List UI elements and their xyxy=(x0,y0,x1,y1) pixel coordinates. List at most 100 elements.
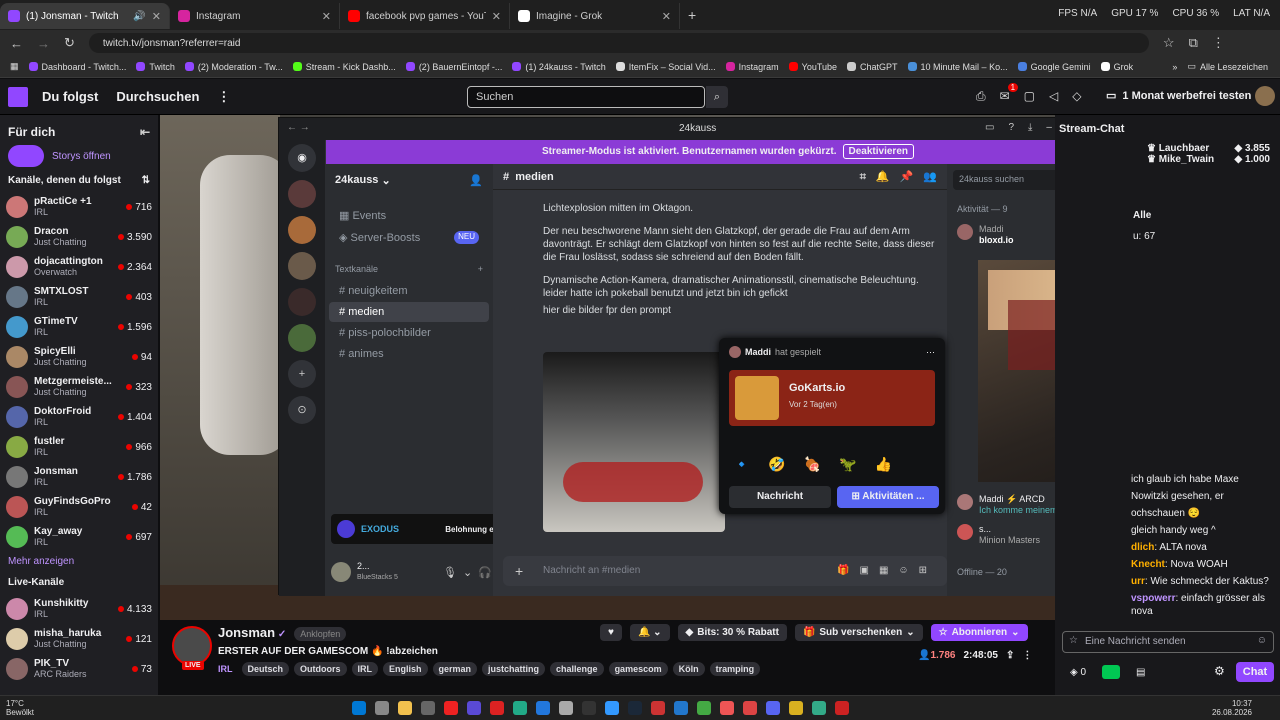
sidebar-channel[interactable]: dojacattington Overwatch 2.364 xyxy=(0,252,158,282)
url-field[interactable]: twitch.tv/jonsman?referrer=raid xyxy=(88,33,1149,53)
stream-tag[interactable]: justchatting xyxy=(482,662,546,676)
sidebar-channel[interactable]: fustler IRL 966 xyxy=(0,432,158,462)
sidebar-channel[interactable]: GTimeTV IRL 1.596 xyxy=(0,312,158,342)
prediction-icon[interactable] xyxy=(1102,665,1121,679)
new-tab-button[interactable]: + xyxy=(688,7,696,23)
menu-icon[interactable]: ⋮ xyxy=(1212,35,1225,51)
collapse-sidebar-icon[interactable]: ⇤ xyxy=(140,125,150,139)
gift-sub-button[interactable]: 🎁 Sub verschenken ⌄ xyxy=(794,624,923,641)
app-icon[interactable] xyxy=(743,701,757,715)
channel-points[interactable]: ◈ 0 xyxy=(1070,667,1086,678)
tab-instagram[interactable]: Instagram ✕ xyxy=(170,3,340,29)
tab-youtube[interactable]: facebook pvp games - YouTube ✕ xyxy=(340,3,510,29)
sidebar-channel[interactable]: Jonsman IRL 1.786 xyxy=(0,462,158,492)
game-card[interactable]: GoKarts.io Vor 2 Tag(en) xyxy=(729,370,935,426)
chat-settings-icon[interactable]: ☆ xyxy=(1069,635,1078,646)
sidebar-channel[interactable]: Kay_away IRL 697 xyxy=(0,522,158,552)
disable-streamer-mode-button[interactable]: Deaktivieren xyxy=(842,144,914,159)
invite-icon[interactable]: 👤 xyxy=(469,174,483,187)
sidebar-channel[interactable]: Kunshikitty IRL 4.133 xyxy=(0,594,158,624)
speaker-icon[interactable]: 🔊 xyxy=(133,11,145,22)
channel-piss-polochbilder[interactable]: # piss-polochbilder xyxy=(329,323,489,343)
discord-icon[interactable] xyxy=(766,701,780,715)
chat-send-button[interactable]: Chat xyxy=(1236,662,1274,682)
events-item[interactable]: ▦ Events xyxy=(329,205,489,226)
channel-medien[interactable]: # medien xyxy=(329,302,489,322)
add-attachment-icon[interactable]: + xyxy=(515,556,523,586)
bookmark-item[interactable]: Twitch xyxy=(136,62,175,72)
composer-icons[interactable]: 🎁▣▦☺⊞ xyxy=(837,556,937,586)
apps-grid-icon[interactable]: ▦ xyxy=(10,61,19,72)
app-icon[interactable] xyxy=(513,701,527,715)
sidebar-channel[interactable]: GuyFindsGoPro IRL 42 xyxy=(0,492,158,522)
steam-icon[interactable] xyxy=(628,701,642,715)
stream-tag[interactable]: challenge xyxy=(550,662,604,676)
nav-following[interactable]: Du folgst xyxy=(42,89,98,104)
sidebar-channel[interactable]: SMTXLOST IRL 403 xyxy=(0,282,158,312)
activities-button[interactable]: ⊞ Aktivitäten ... xyxy=(837,486,939,508)
bookmark-item[interactable]: (2) Moderation - Tw... xyxy=(184,62,283,72)
server-icon[interactable] xyxy=(288,324,316,352)
app-icon[interactable] xyxy=(467,701,481,715)
server-icon[interactable] xyxy=(288,216,316,244)
chat-settings-gear-icon[interactable]: ⚙ xyxy=(1214,664,1225,678)
channel-neuigkeitem[interactable]: # neuigkeitem xyxy=(329,281,489,301)
emote-icon[interactable]: ☺ xyxy=(1257,635,1267,646)
bookmark-item[interactable]: Dashboard - Twitch... xyxy=(28,62,126,72)
back-icon[interactable]: ← → xyxy=(287,122,310,133)
category-link[interactable]: IRL xyxy=(218,664,233,674)
app-icon[interactable] xyxy=(674,701,688,715)
channel-animes[interactable]: # animes xyxy=(329,344,489,364)
weather-widget[interactable]: 17°C Bewölkt xyxy=(6,699,34,717)
bookmarks-more[interactable]: » xyxy=(1172,62,1177,72)
app-icon[interactable] xyxy=(490,701,504,715)
server-icon[interactable] xyxy=(288,180,316,208)
explorer-icon[interactable] xyxy=(398,701,412,715)
sidebar-channel[interactable]: Dracon Just Chatting 3.590 xyxy=(0,222,158,252)
bookmark-item[interactable]: (1) 24kauss - Twitch xyxy=(512,62,606,72)
reload-icon[interactable]: ↻ xyxy=(64,35,75,51)
stream-tag[interactable]: IRL xyxy=(351,662,379,676)
channel-avatar[interactable] xyxy=(172,626,212,666)
search-icon[interactable]: ⌕ xyxy=(706,86,728,108)
stream-tag[interactable]: tramping xyxy=(709,662,761,676)
reaction-row[interactable]: 🔹🤣🍖🦖👍 xyxy=(733,456,910,473)
app-icon[interactable] xyxy=(651,701,665,715)
discover-icon[interactable]: ⊙ xyxy=(288,396,316,424)
stream-tag[interactable]: English xyxy=(383,662,428,676)
message-button[interactable]: Nachricht xyxy=(729,486,831,508)
tab-grok[interactable]: Imagine - Grok ✕ xyxy=(510,3,680,29)
bookmark-item[interactable]: (2) BauernEintopf -... xyxy=(405,62,502,72)
sort-icon[interactable]: ⇅ xyxy=(142,175,150,186)
channel-toolbar-icons[interactable]: ⌗🔔📌👥 xyxy=(860,170,947,184)
chat-username[interactable]: vspowerr xyxy=(1131,593,1175,604)
bookmark-item[interactable]: ItemFix – Social Vid... xyxy=(615,62,716,72)
sidebar-channel[interactable]: SpicyElli Just Chatting 94 xyxy=(0,342,158,372)
stream-tag[interactable]: Köln xyxy=(672,662,705,676)
stream-tag[interactable]: Deutsch xyxy=(241,662,290,676)
user-avatar[interactable] xyxy=(331,562,351,582)
inbox-icon[interactable]: ⎙ xyxy=(976,89,986,104)
stream-tag[interactable]: german xyxy=(432,662,478,676)
discord-home-icon[interactable]: ◉ xyxy=(288,144,316,172)
sidebar-channel[interactable]: PIK_TV ARC Raiders 73 xyxy=(0,654,158,684)
gift-icon[interactable]: ▤ xyxy=(1136,667,1145,678)
adfree-promo[interactable]: ▭ 1 Monat werbefrei testen xyxy=(1106,89,1251,103)
server-icon[interactable] xyxy=(288,252,316,280)
app-icon[interactable] xyxy=(789,701,803,715)
app-icon[interactable] xyxy=(375,701,389,715)
more-options-icon[interactable]: ⋯ xyxy=(926,347,935,358)
twitch-search-input[interactable]: Suchen xyxy=(467,86,705,108)
stream-tag[interactable]: gamescom xyxy=(608,662,668,676)
whispers-icon[interactable]: ▢ xyxy=(1024,89,1035,104)
sidebar-channel[interactable]: Metzgermeiste... Just Chatting 323 xyxy=(0,372,158,402)
clock[interactable]: 10:37 26.08.2026 xyxy=(1212,699,1252,717)
channel-name[interactable]: Jonsman xyxy=(218,625,275,640)
bookmark-item[interactable]: Google Gemini xyxy=(1017,62,1091,72)
more-icon[interactable]: ⋮ xyxy=(1022,650,1032,661)
bookmark-item[interactable]: Instagram xyxy=(725,62,779,72)
message-composer[interactable]: + Nachricht an #medien 🎁▣▦☺⊞ xyxy=(503,556,947,586)
show-more-link[interactable]: Mehr anzeigen xyxy=(0,552,158,571)
back-icon[interactable]: ← xyxy=(10,36,23,51)
nav-more-icon[interactable]: ⋮ xyxy=(217,89,230,105)
